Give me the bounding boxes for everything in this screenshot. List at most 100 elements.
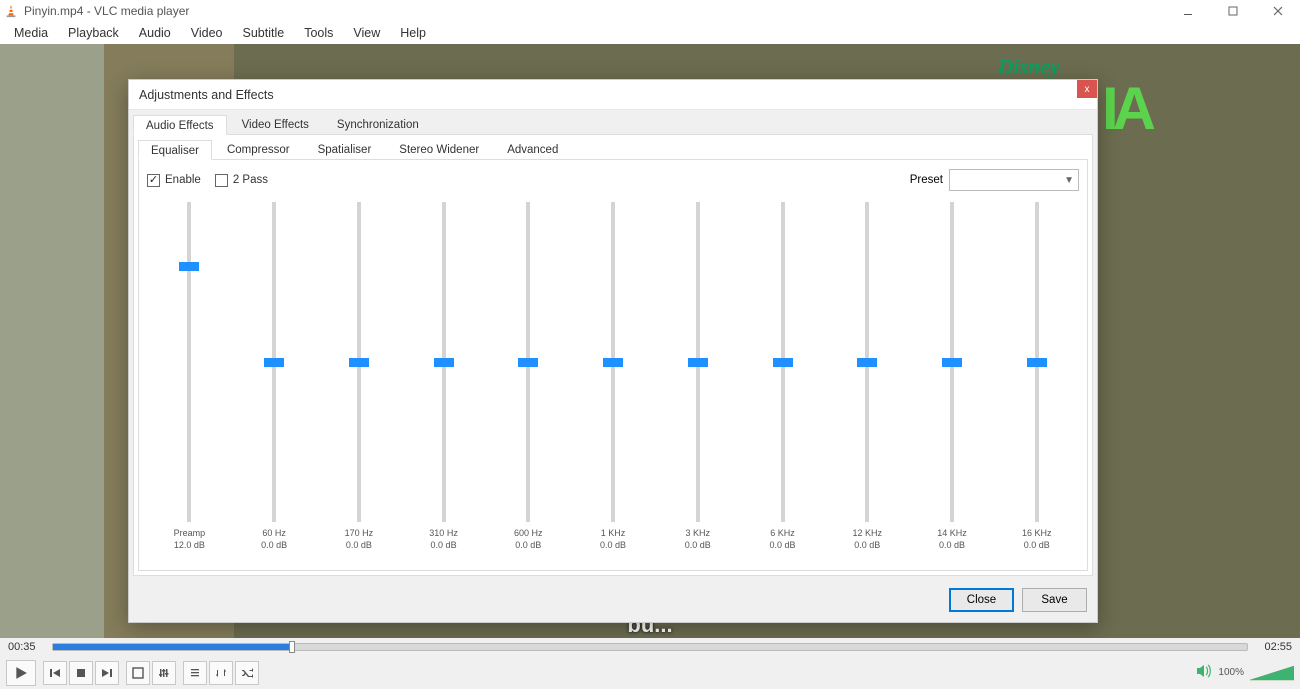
eq-band-6-freq-label: 6 KHz — [770, 528, 795, 538]
tab-synchronization[interactable]: Synchronization — [324, 114, 432, 134]
adjustments-effects-dialog: Adjustments and Effects x Audio Effects … — [128, 79, 1098, 623]
window-title: Pinyin.mp4 - VLC media player — [24, 4, 189, 18]
elapsed-time[interactable]: 00:35 — [8, 641, 44, 653]
eq-band-1: 170 Hz0.0 dB — [316, 198, 401, 558]
eq-band-9-thumb[interactable] — [1027, 358, 1047, 367]
eq-band-3: 600 Hz 0.0 dB — [486, 198, 571, 558]
menu-playback[interactable]: Playback — [58, 23, 129, 43]
eq-band-0-freq-label: 60 Hz — [262, 528, 286, 538]
menu-view[interactable]: View — [343, 23, 390, 43]
eq-band-4: 1 KHz0.0 dB — [571, 198, 656, 558]
subtab-spatialiser[interactable]: Spatialiser — [305, 139, 385, 159]
dialog-title-bar[interactable]: Adjustments and Effects x — [129, 80, 1097, 110]
eq-band-3-track[interactable] — [526, 202, 530, 522]
eq-band-2-track[interactable] — [442, 202, 446, 522]
fullscreen-button[interactable] — [126, 661, 150, 685]
eq-band-0-track[interactable] — [272, 202, 276, 522]
eq-band-5-track[interactable] — [696, 202, 700, 522]
eq-band-4-freq-label: 1 KHz — [601, 528, 626, 538]
eq-band-0-thumb[interactable] — [264, 358, 284, 367]
preset-dropdown[interactable]: ▼ — [949, 169, 1079, 191]
eq-band-7-track[interactable] — [865, 202, 869, 522]
vlc-cone-icon — [4, 4, 18, 18]
eq-band-5: 3 KHz0.0 dB — [655, 198, 740, 558]
eq-band-2-thumb[interactable] — [434, 358, 454, 367]
audio-effects-panel: Equaliser Compressor Spatialiser Stereo … — [133, 134, 1093, 576]
dialog-title: Adjustments and Effects — [139, 88, 274, 102]
volume-slider[interactable] — [1250, 664, 1294, 682]
eq-band-7-freq-label: 12 KHz — [852, 528, 882, 538]
save-button[interactable]: Save — [1022, 588, 1087, 612]
enable-label: Enable — [165, 174, 201, 186]
eq-band-6-thumb[interactable] — [773, 358, 793, 367]
eq-band-2-value-label: 0.0 dB — [431, 540, 457, 550]
eq-band-3-thumb[interactable] — [518, 358, 538, 367]
eq-band-0: 60 Hz0.0 dB — [232, 198, 317, 558]
titlebar: Pinyin.mp4 - VLC media player — [0, 0, 1300, 22]
menu-media[interactable]: Media — [4, 23, 58, 43]
twopass-label: 2 Pass — [233, 174, 268, 186]
eq-band-1-track[interactable] — [357, 202, 361, 522]
menu-subtitle[interactable]: Subtitle — [233, 23, 295, 43]
stop-button[interactable] — [69, 661, 93, 685]
previous-button[interactable] — [43, 661, 67, 685]
twopass-checkbox[interactable]: 2 Pass — [215, 174, 268, 187]
enable-checkbox[interactable]: Enable — [147, 174, 201, 187]
tab-video-effects[interactable]: Video Effects — [229, 114, 322, 134]
preset-control: Preset ▼ — [910, 169, 1079, 191]
preamp-slider-value-label: 12.0 dB — [174, 540, 205, 550]
preamp-slider-track[interactable] — [187, 202, 191, 522]
subtab-compressor[interactable]: Compressor — [214, 139, 303, 159]
subtab-stereo-widener[interactable]: Stereo Widener — [386, 139, 492, 159]
eq-band-4-thumb[interactable] — [603, 358, 623, 367]
eq-band-8-track[interactable] — [950, 202, 954, 522]
extended-settings-button[interactable] — [152, 661, 176, 685]
eq-band-6: 6 KHz0.0 dB — [740, 198, 825, 558]
eq-band-3-freq-label: 600 Hz — [514, 528, 543, 538]
preset-label: Preset — [910, 174, 943, 186]
playlist-button[interactable] — [183, 661, 207, 685]
shuffle-button[interactable] — [235, 661, 259, 685]
preamp-slider-thumb[interactable] — [179, 262, 199, 271]
total-time[interactable]: 02:55 — [1256, 641, 1292, 653]
preamp-slider-freq-label: Preamp — [174, 528, 206, 538]
video-art-text: IA — [1102, 74, 1150, 143]
seek-handle[interactable] — [289, 641, 295, 653]
menu-tools[interactable]: Tools — [294, 23, 343, 43]
eq-band-7-thumb[interactable] — [857, 358, 877, 367]
eq-band-7-value-label: 0.0 dB — [854, 540, 880, 550]
tab-audio-effects[interactable]: Audio Effects — [133, 115, 227, 135]
dialog-close-button[interactable]: x — [1077, 80, 1097, 98]
next-button[interactable] — [95, 661, 119, 685]
close-button[interactable]: Close — [949, 588, 1014, 612]
play-button[interactable] — [6, 660, 36, 686]
menu-help[interactable]: Help — [390, 23, 436, 43]
eq-band-8-thumb[interactable] — [942, 358, 962, 367]
subtab-equaliser[interactable]: Equaliser — [138, 140, 212, 160]
minimize-button[interactable] — [1165, 0, 1210, 22]
seek-slider[interactable] — [52, 643, 1248, 651]
subtab-advanced[interactable]: Advanced — [494, 139, 571, 159]
seek-progress-fill — [53, 644, 292, 650]
eq-band-6-track[interactable] — [781, 202, 785, 522]
volume-percent: 100% — [1218, 667, 1244, 678]
eq-band-8: 14 KHz0.0 dB — [910, 198, 995, 558]
dialog-buttons: Close Save — [129, 580, 1097, 622]
eq-band-2: 310 Hz0.0 dB — [401, 198, 486, 558]
menubar: Media Playback Audio Video Subtitle Tool… — [0, 22, 1300, 44]
speaker-icon[interactable] — [1196, 664, 1212, 681]
eq-band-3-value-label: 0.0 dB — [515, 540, 541, 550]
playback-controls: 100% — [0, 656, 1300, 689]
eq-band-1-thumb[interactable] — [349, 358, 369, 367]
menu-audio[interactable]: Audio — [129, 23, 181, 43]
dialog-tabs: Audio Effects Video Effects Synchronizat… — [129, 110, 1097, 134]
eq-band-4-track[interactable] — [611, 202, 615, 522]
eq-band-5-freq-label: 3 KHz — [686, 528, 711, 538]
eq-band-9-track[interactable] — [1035, 202, 1039, 522]
checkbox-icon — [147, 174, 160, 187]
maximize-button[interactable] — [1210, 0, 1255, 22]
eq-band-5-thumb[interactable] — [688, 358, 708, 367]
close-window-button[interactable] — [1255, 0, 1300, 22]
loop-button[interactable] — [209, 661, 233, 685]
menu-video[interactable]: Video — [181, 23, 233, 43]
